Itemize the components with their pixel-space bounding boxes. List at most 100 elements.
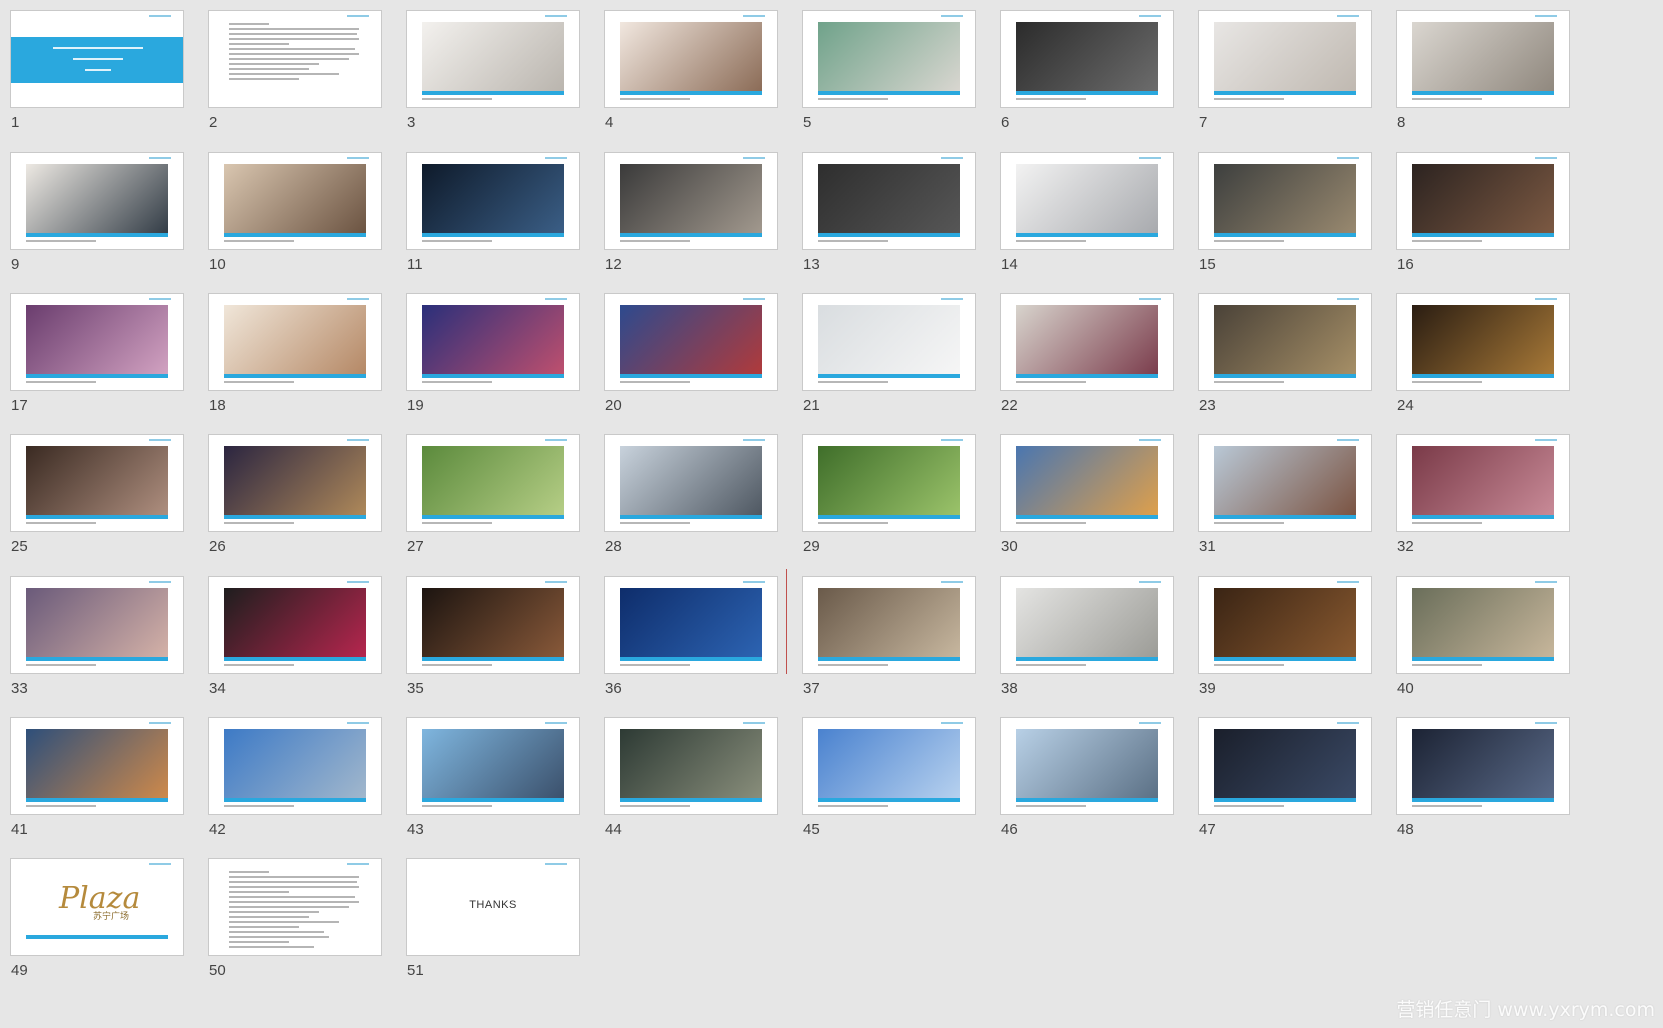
slide-thumbnail-15[interactable]: [1198, 152, 1372, 250]
caption-text: [818, 522, 888, 524]
slide-header-mark: [149, 863, 171, 865]
slide-header-mark: [347, 15, 369, 17]
slide-thumbnail-42[interactable]: [208, 717, 382, 815]
slide-thumbnail-17[interactable]: [10, 293, 184, 391]
slide-thumbnail-13[interactable]: [802, 152, 976, 250]
caption-text: [1214, 240, 1284, 242]
slide-photo: [1214, 305, 1356, 377]
thanks-text: THANKS: [469, 899, 517, 911]
slide-thumbnail-50[interactable]: [208, 858, 382, 956]
slide-thumbnail-36[interactable]: [604, 576, 778, 674]
body-text-line: [229, 941, 289, 943]
slide-thumbnail-3[interactable]: [406, 10, 580, 108]
slide-thumbnail-1[interactable]: [10, 10, 184, 108]
slide-thumbnail-48[interactable]: [1396, 717, 1570, 815]
slide-thumbnail-45[interactable]: [802, 717, 976, 815]
slide-number: 15: [1199, 256, 1216, 273]
slide-thumbnail-11[interactable]: [406, 152, 580, 250]
slide-thumbnail-38[interactable]: [1000, 576, 1174, 674]
slide-number: 11: [407, 256, 423, 273]
slide-thumbnail-7[interactable]: [1198, 10, 1372, 108]
slide-header-mark: [941, 722, 963, 724]
slide-thumbnail-30[interactable]: [1000, 434, 1174, 532]
slide-thumbnail-6[interactable]: [1000, 10, 1174, 108]
slide-thumbnail-29[interactable]: [802, 434, 976, 532]
caption-text: [422, 240, 492, 242]
title-text-line: [73, 58, 123, 60]
slide-thumbnail-44[interactable]: [604, 717, 778, 815]
slide-thumbnail-37[interactable]: [802, 576, 976, 674]
slide-thumbnail-19[interactable]: [406, 293, 580, 391]
slide-thumbnail-39[interactable]: [1198, 576, 1372, 674]
caption-bar: [1214, 798, 1356, 802]
slide-header-mark: [743, 15, 765, 17]
slide-header-mark: [1337, 15, 1359, 17]
caption-bar: [224, 798, 366, 802]
slide-thumbnail-23[interactable]: [1198, 293, 1372, 391]
slide-photo: [422, 729, 564, 801]
body-text-line: [229, 23, 269, 25]
slide-photo: [1016, 305, 1158, 377]
slide-thumbnail-24[interactable]: [1396, 293, 1570, 391]
slide-header-mark: [743, 298, 765, 300]
slide-thumbnail-16[interactable]: [1396, 152, 1570, 250]
slide-number: 47: [1199, 821, 1216, 838]
slide-thumbnail-5[interactable]: [802, 10, 976, 108]
caption-text: [1214, 98, 1284, 100]
slide-thumbnail-26[interactable]: [208, 434, 382, 532]
caption-text: [422, 381, 492, 383]
slide-thumbnail-22[interactable]: [1000, 293, 1174, 391]
slide-thumbnail-31[interactable]: [1198, 434, 1372, 532]
slide-thumbnail-35[interactable]: [406, 576, 580, 674]
slide-header-mark: [149, 157, 171, 159]
slide-number: 12: [605, 256, 622, 273]
caption-bar: [1214, 374, 1356, 378]
slide-thumbnail-43[interactable]: [406, 717, 580, 815]
slide-number: 18: [209, 397, 226, 414]
slide-thumbnail-51[interactable]: THANKS: [406, 858, 580, 956]
slide-thumbnail-49[interactable]: Plaza 苏宁广场: [10, 858, 184, 956]
slide-thumbnail-18[interactable]: [208, 293, 382, 391]
slide-header-mark: [1535, 15, 1557, 17]
caption-bar: [818, 233, 960, 237]
slide-thumbnail-25[interactable]: [10, 434, 184, 532]
caption-bar: [422, 657, 564, 661]
slide-thumbnail-34[interactable]: [208, 576, 382, 674]
slide-thumbnail-33[interactable]: [10, 576, 184, 674]
body-text-line: [229, 911, 319, 913]
caption-text: [422, 805, 492, 807]
slide-thumbnail-2[interactable]: [208, 10, 382, 108]
slide-thumbnail-8[interactable]: [1396, 10, 1570, 108]
caption-text: [620, 805, 690, 807]
caption-text: [1412, 98, 1482, 100]
slide-number: 2: [209, 114, 218, 131]
slide-thumbnail-20[interactable]: [604, 293, 778, 391]
slide-thumbnail-40[interactable]: [1396, 576, 1570, 674]
slide-photo: [620, 588, 762, 660]
caption-text: [1016, 805, 1086, 807]
body-text-line: [229, 936, 329, 938]
caption-bar: [1412, 798, 1554, 802]
slide-thumbnail-41[interactable]: [10, 717, 184, 815]
slide-number: 34: [209, 680, 226, 697]
slide-header-mark: [1535, 157, 1557, 159]
slide-thumbnail-10[interactable]: [208, 152, 382, 250]
slide-photo: [1016, 729, 1158, 801]
slide-header-mark: [1337, 581, 1359, 583]
slide-thumbnail-46[interactable]: [1000, 717, 1174, 815]
slide-header-mark: [941, 157, 963, 159]
body-text-line: [229, 28, 359, 30]
slide-thumbnail-28[interactable]: [604, 434, 778, 532]
slide-thumbnail-12[interactable]: [604, 152, 778, 250]
slide-thumbnail-4[interactable]: [604, 10, 778, 108]
slide-thumbnail-27[interactable]: [406, 434, 580, 532]
caption-text: [1214, 664, 1284, 666]
slide-thumbnail-32[interactable]: [1396, 434, 1570, 532]
slide-thumbnail-21[interactable]: [802, 293, 976, 391]
slide-thumbnail-9[interactable]: [10, 152, 184, 250]
slide-photo: [620, 729, 762, 801]
slide-thumbnail-47[interactable]: [1198, 717, 1372, 815]
body-text-line: [229, 901, 359, 903]
slide-number: 37: [803, 680, 820, 697]
slide-thumbnail-14[interactable]: [1000, 152, 1174, 250]
